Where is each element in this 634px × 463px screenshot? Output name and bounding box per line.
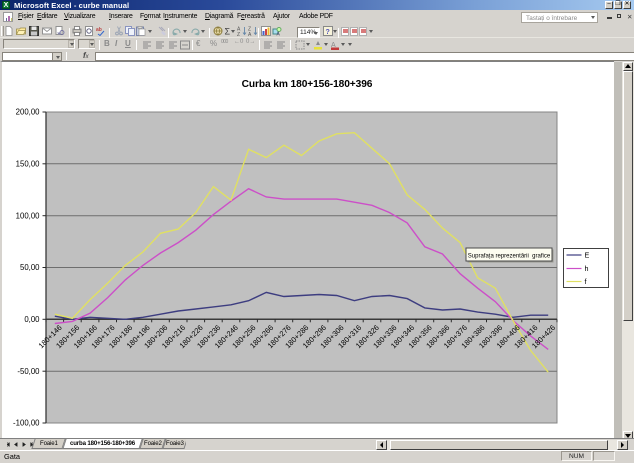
svg-text:0,00: 0,00: [24, 315, 40, 324]
svg-text:100,00: 100,00: [16, 211, 41, 220]
svg-text:h: h: [585, 264, 589, 273]
svg-text:f: f: [585, 277, 587, 286]
svg-text:Suprafața reprezentării grafi: Suprafața reprezentării grafice: [468, 254, 551, 260]
svg-text:-100,00: -100,00: [13, 419, 40, 428]
svg-text:50,00: 50,00: [20, 263, 40, 272]
svg-text:-50,00: -50,00: [17, 367, 40, 376]
svg-text:E: E: [585, 251, 590, 260]
svg-text:150,00: 150,00: [16, 160, 41, 169]
svg-text:Curba km 180+156-180+396: Curba km 180+156-180+396: [242, 79, 373, 90]
svg-text:200,00: 200,00: [16, 108, 41, 117]
